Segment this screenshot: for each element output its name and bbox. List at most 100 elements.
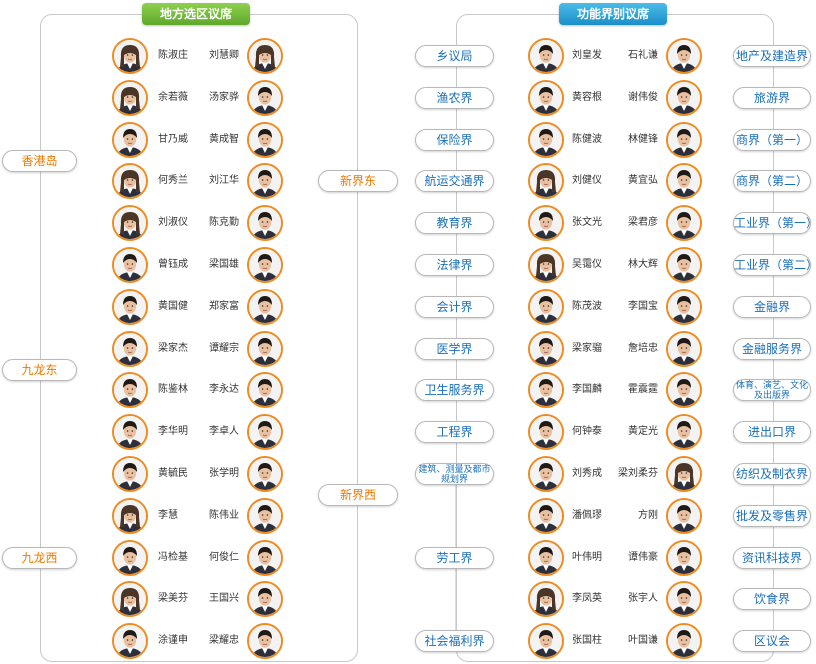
member-portrait[interactable]	[112, 414, 148, 451]
member-name: 石礼谦	[628, 50, 658, 61]
member-portrait[interactable]	[112, 38, 148, 74]
region-label-right[interactable]: 新界西	[318, 483, 398, 506]
sector-label-right[interactable]: 体育、演艺、文化及出版界	[733, 379, 811, 402]
member-portrait[interactable]	[247, 38, 283, 74]
member-portrait[interactable]	[112, 623, 148, 660]
sector-label-left[interactable]: 工程界	[415, 421, 494, 444]
region-label-left[interactable]: 九龙东	[2, 358, 77, 381]
member-portrait[interactable]	[112, 205, 148, 242]
sector-label-right[interactable]: 区议会	[733, 630, 811, 653]
sector-label-right[interactable]: 进出口界	[733, 421, 811, 444]
sector-label-right[interactable]: 地产及建造界	[733, 45, 811, 67]
member-portrait[interactable]	[112, 539, 148, 576]
member-name: 李国麟	[572, 384, 602, 396]
portrait-icon	[668, 40, 700, 72]
sector-label-left[interactable]: 航运交通界	[415, 170, 494, 193]
sector-label-left[interactable]: 保险界	[415, 128, 494, 151]
sector-label-right[interactable]: 资讯科技界	[733, 546, 811, 569]
sector-label-right[interactable]: 金融服务界	[733, 337, 811, 360]
member-portrait[interactable]	[528, 38, 564, 74]
member-portrait[interactable]	[112, 497, 148, 534]
member-portrait[interactable]	[112, 456, 148, 492]
member-portrait[interactable]	[247, 414, 283, 451]
member-portrait[interactable]	[112, 247, 148, 283]
member-portrait[interactable]	[666, 497, 702, 534]
sector-label-left[interactable]: 渔农界	[415, 86, 494, 109]
member-portrait[interactable]	[666, 539, 702, 576]
member-name: 刘淑仪	[158, 217, 188, 229]
member-name: 梁耀忠	[209, 635, 239, 647]
member-portrait[interactable]	[247, 539, 283, 576]
sector-label-left[interactable]: 建筑、测量及都市规划界	[415, 463, 494, 485]
member-portrait[interactable]	[528, 456, 564, 492]
portrait-icon	[530, 458, 562, 490]
member-portrait[interactable]	[112, 330, 148, 367]
member-portrait[interactable]	[247, 121, 283, 158]
district-seats-panel	[40, 14, 358, 662]
member-name: 梁家杰	[158, 342, 188, 354]
member-portrait[interactable]	[528, 121, 564, 158]
sector-label-left[interactable]: 会计界	[415, 295, 494, 318]
region-label-left[interactable]: 九龙西	[2, 546, 77, 569]
portrait-icon	[114, 374, 146, 407]
member-name: 郑家富	[209, 300, 239, 312]
sector-label-left[interactable]: 卫生服务界	[415, 379, 494, 402]
region-label-right[interactable]: 新界东	[318, 170, 398, 193]
sector-label-left[interactable]: 劳工界	[415, 546, 494, 569]
member-portrait[interactable]	[247, 456, 283, 492]
sector-label-left[interactable]: 医学界	[415, 337, 494, 360]
member-portrait[interactable]	[666, 288, 702, 325]
portrait-icon	[114, 625, 146, 658]
member-portrait[interactable]	[112, 121, 148, 158]
member-portrait[interactable]	[666, 205, 702, 242]
region-label-left[interactable]: 香港岛	[2, 149, 77, 172]
sector-label-right[interactable]: 纺织及制衣界	[733, 463, 811, 485]
member-portrait[interactable]	[666, 414, 702, 451]
sector-label-right[interactable]: 工业界（第一）	[733, 212, 816, 235]
sector-label-right[interactable]: 商界（第二）	[733, 170, 811, 193]
sector-label-right[interactable]: 金融界	[733, 295, 811, 318]
member-portrait[interactable]	[112, 288, 148, 325]
sector-label-right[interactable]: 商界（第一）	[733, 128, 811, 151]
sector-label-left[interactable]: 乡议局	[415, 45, 494, 67]
member-name: 张学明	[209, 468, 239, 479]
sector-label-right[interactable]: 饮食界	[733, 588, 811, 611]
member-name: 何秀兰	[158, 175, 188, 187]
member-portrait[interactable]	[528, 79, 564, 116]
member-portrait[interactable]	[247, 623, 283, 660]
portrait-icon	[668, 583, 700, 616]
member-portrait[interactable]	[247, 288, 283, 325]
sector-label-right[interactable]: 工业界（第二）	[733, 254, 816, 276]
member-portrait[interactable]	[666, 623, 702, 660]
sector-label-right[interactable]: 旅游界	[733, 86, 811, 109]
member-portrait[interactable]	[666, 121, 702, 158]
member-portrait[interactable]	[666, 247, 702, 283]
member-portrait[interactable]	[528, 414, 564, 451]
member-portrait[interactable]	[528, 288, 564, 325]
member-portrait[interactable]	[666, 456, 702, 492]
sector-label-right[interactable]: 批发及零售界	[733, 504, 811, 527]
member-name: 陈伟业	[209, 509, 239, 521]
sector-label-left[interactable]: 教育界	[415, 212, 494, 235]
portrait-icon	[114, 81, 146, 114]
portrait-icon	[249, 458, 281, 490]
member-portrait[interactable]	[528, 205, 564, 242]
sector-label-left[interactable]: 社会福利界	[415, 630, 494, 653]
member-portrait[interactable]	[247, 79, 283, 116]
member-portrait[interactable]	[666, 38, 702, 74]
member-portrait[interactable]	[528, 330, 564, 367]
member-portrait[interactable]	[247, 247, 283, 283]
member-portrait[interactable]	[112, 79, 148, 116]
member-portrait[interactable]	[666, 330, 702, 367]
member-portrait[interactable]	[247, 205, 283, 242]
sector-label-left[interactable]: 法律界	[415, 254, 494, 276]
member-portrait[interactable]	[528, 497, 564, 534]
member-name: 陈淑庄	[158, 50, 188, 61]
member-portrait[interactable]	[528, 247, 564, 283]
member-portrait[interactable]	[247, 497, 283, 534]
member-portrait[interactable]	[666, 79, 702, 116]
member-portrait[interactable]	[528, 539, 564, 576]
member-name: 汤家骅	[209, 91, 239, 103]
member-portrait[interactable]	[528, 623, 564, 660]
member-portrait[interactable]	[247, 330, 283, 367]
